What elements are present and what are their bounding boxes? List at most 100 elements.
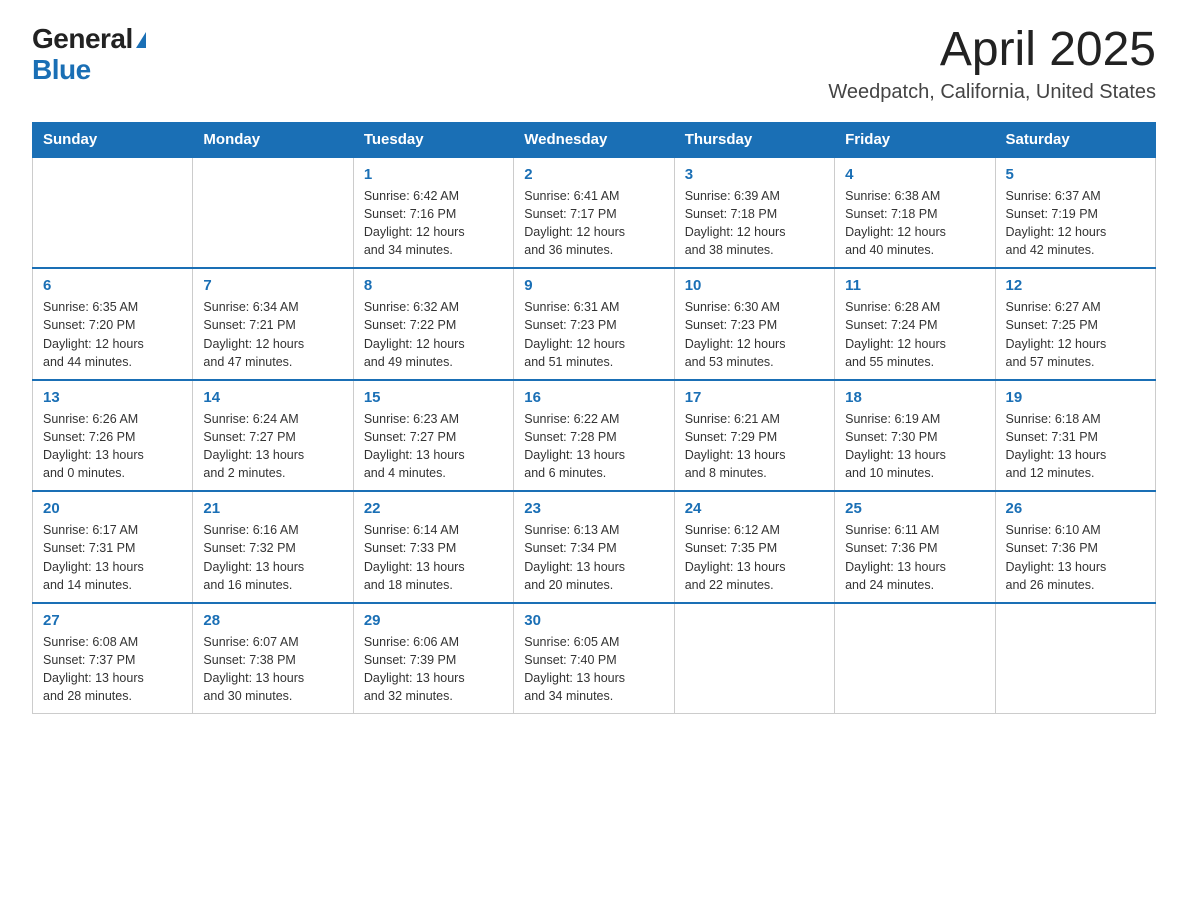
day-number: 18 xyxy=(845,389,984,406)
day-of-week-monday: Monday xyxy=(193,122,353,157)
week-row-3: 13 Sunrise: 6:26 AM Sunset: 7:26 PM Dayli… xyxy=(33,380,1156,492)
day-cell: 26 Sunrise: 6:10 AM Sunset: 7:36 PM Dayli… xyxy=(995,491,1155,603)
location-title: Weedpatch, California, United States xyxy=(828,81,1156,104)
day-info: Sunrise: 6:24 AM Sunset: 7:27 PM Dayligh… xyxy=(203,410,342,483)
day-number: 27 xyxy=(43,612,182,629)
day-cell: 27 Sunrise: 6:08 AM Sunset: 7:37 PM Dayli… xyxy=(33,603,193,714)
day-cell: 25Sunrise: 6:11 AM Sunset: 7:36 PM Dayli… xyxy=(835,491,995,603)
day-cell: 13 Sunrise: 6:26 AM Sunset: 7:26 PM Dayli… xyxy=(33,380,193,492)
logo-triangle-icon xyxy=(136,32,146,48)
day-info: Sunrise: 6:22 AM Sunset: 7:28 PM Dayligh… xyxy=(524,410,663,483)
page-header: General Blue April 2025 Weedpatch, Calif… xyxy=(32,24,1156,104)
day-number: 14 xyxy=(203,389,342,406)
day-cell: 5 Sunrise: 6:37 AM Sunset: 7:19 PM Daylig… xyxy=(995,157,1155,269)
day-cell: 8 Sunrise: 6:32 AM Sunset: 7:22 PM Daylig… xyxy=(353,268,513,380)
day-cell: 6 Sunrise: 6:35 AM Sunset: 7:20 PM Daylig… xyxy=(33,268,193,380)
day-cell: 3 Sunrise: 6:39 AM Sunset: 7:18 PM Daylig… xyxy=(674,157,834,269)
day-info: Sunrise: 6:17 AM Sunset: 7:31 PM Dayligh… xyxy=(43,521,182,594)
day-info: Sunrise: 6:26 AM Sunset: 7:26 PM Dayligh… xyxy=(43,410,182,483)
week-row-4: 20 Sunrise: 6:17 AM Sunset: 7:31 PM Dayli… xyxy=(33,491,1156,603)
day-cell: 22Sunrise: 6:14 AM Sunset: 7:33 PM Dayli… xyxy=(353,491,513,603)
day-number: 22 xyxy=(364,500,503,517)
day-info: Sunrise: 6:32 AM Sunset: 7:22 PM Dayligh… xyxy=(364,298,503,371)
day-cell: 24 Sunrise: 6:12 AM Sunset: 7:35 PM Dayli… xyxy=(674,491,834,603)
day-cell xyxy=(193,157,353,269)
day-cell: 16 Sunrise: 6:22 AM Sunset: 7:28 PM Dayli… xyxy=(514,380,674,492)
week-row-5: 27 Sunrise: 6:08 AM Sunset: 7:37 PM Dayli… xyxy=(33,603,1156,714)
day-info: Sunrise: 6:05 AM Sunset: 7:40 PM Dayligh… xyxy=(524,633,663,706)
day-cell: 21 Sunrise: 6:16 AM Sunset: 7:32 PM Dayli… xyxy=(193,491,353,603)
day-cell: 4Sunrise: 6:38 AM Sunset: 7:18 PM Daylig… xyxy=(835,157,995,269)
day-number: 29 xyxy=(364,612,503,629)
day-number: 12 xyxy=(1006,277,1145,294)
day-cell: 17Sunrise: 6:21 AM Sunset: 7:29 PM Dayli… xyxy=(674,380,834,492)
logo-general: General xyxy=(32,24,133,55)
day-number: 21 xyxy=(203,500,342,517)
day-cell: 9Sunrise: 6:31 AM Sunset: 7:23 PM Daylig… xyxy=(514,268,674,380)
day-cell: 28 Sunrise: 6:07 AM Sunset: 7:38 PM Dayli… xyxy=(193,603,353,714)
day-number: 3 xyxy=(685,166,824,183)
day-cell xyxy=(674,603,834,714)
day-info: Sunrise: 6:10 AM Sunset: 7:36 PM Dayligh… xyxy=(1006,521,1145,594)
day-info: Sunrise: 6:07 AM Sunset: 7:38 PM Dayligh… xyxy=(203,633,342,706)
day-number: 16 xyxy=(524,389,663,406)
day-number: 13 xyxy=(43,389,182,406)
day-number: 23 xyxy=(524,500,663,517)
day-cell: 30Sunrise: 6:05 AM Sunset: 7:40 PM Dayli… xyxy=(514,603,674,714)
day-number: 19 xyxy=(1006,389,1145,406)
day-info: Sunrise: 6:19 AM Sunset: 7:30 PM Dayligh… xyxy=(845,410,984,483)
day-cell: 11Sunrise: 6:28 AM Sunset: 7:24 PM Dayli… xyxy=(835,268,995,380)
day-cell: 2 Sunrise: 6:41 AM Sunset: 7:17 PM Daylig… xyxy=(514,157,674,269)
day-of-week-thursday: Thursday xyxy=(674,122,834,157)
day-of-week-wednesday: Wednesday xyxy=(514,122,674,157)
day-of-week-tuesday: Tuesday xyxy=(353,122,513,157)
day-cell: 15Sunrise: 6:23 AM Sunset: 7:27 PM Dayli… xyxy=(353,380,513,492)
day-number: 8 xyxy=(364,277,503,294)
day-info: Sunrise: 6:06 AM Sunset: 7:39 PM Dayligh… xyxy=(364,633,503,706)
day-info: Sunrise: 6:21 AM Sunset: 7:29 PM Dayligh… xyxy=(685,410,824,483)
day-number: 25 xyxy=(845,500,984,517)
day-number: 20 xyxy=(43,500,182,517)
day-cell: 19Sunrise: 6:18 AM Sunset: 7:31 PM Dayli… xyxy=(995,380,1155,492)
day-info: Sunrise: 6:12 AM Sunset: 7:35 PM Dayligh… xyxy=(685,521,824,594)
day-cell: 1 Sunrise: 6:42 AM Sunset: 7:16 PM Daylig… xyxy=(353,157,513,269)
day-cell xyxy=(995,603,1155,714)
day-info: Sunrise: 6:39 AM Sunset: 7:18 PM Dayligh… xyxy=(685,187,824,260)
day-info: Sunrise: 6:30 AM Sunset: 7:23 PM Dayligh… xyxy=(685,298,824,371)
day-info: Sunrise: 6:16 AM Sunset: 7:32 PM Dayligh… xyxy=(203,521,342,594)
day-cell xyxy=(835,603,995,714)
day-number: 7 xyxy=(203,277,342,294)
title-area: April 2025 Weedpatch, California, United… xyxy=(828,24,1156,104)
logo-blue: Blue xyxy=(32,55,146,86)
day-number: 9 xyxy=(524,277,663,294)
day-info: Sunrise: 6:28 AM Sunset: 7:24 PM Dayligh… xyxy=(845,298,984,371)
day-cell: 14 Sunrise: 6:24 AM Sunset: 7:27 PM Dayli… xyxy=(193,380,353,492)
day-info: Sunrise: 6:37 AM Sunset: 7:19 PM Dayligh… xyxy=(1006,187,1145,260)
day-number: 2 xyxy=(524,166,663,183)
day-info: Sunrise: 6:08 AM Sunset: 7:37 PM Dayligh… xyxy=(43,633,182,706)
day-number: 26 xyxy=(1006,500,1145,517)
day-number: 10 xyxy=(685,277,824,294)
day-cell: 7 Sunrise: 6:34 AM Sunset: 7:21 PM Daylig… xyxy=(193,268,353,380)
day-info: Sunrise: 6:42 AM Sunset: 7:16 PM Dayligh… xyxy=(364,187,503,260)
day-info: Sunrise: 6:27 AM Sunset: 7:25 PM Dayligh… xyxy=(1006,298,1145,371)
day-number: 24 xyxy=(685,500,824,517)
day-cell: 12 Sunrise: 6:27 AM Sunset: 7:25 PM Dayli… xyxy=(995,268,1155,380)
day-cell: 29 Sunrise: 6:06 AM Sunset: 7:39 PM Dayli… xyxy=(353,603,513,714)
logo: General Blue xyxy=(32,24,146,86)
day-info: Sunrise: 6:34 AM Sunset: 7:21 PM Dayligh… xyxy=(203,298,342,371)
day-info: Sunrise: 6:35 AM Sunset: 7:20 PM Dayligh… xyxy=(43,298,182,371)
day-number: 1 xyxy=(364,166,503,183)
day-number: 4 xyxy=(845,166,984,183)
day-number: 28 xyxy=(203,612,342,629)
day-cell xyxy=(33,157,193,269)
day-info: Sunrise: 6:23 AM Sunset: 7:27 PM Dayligh… xyxy=(364,410,503,483)
day-info: Sunrise: 6:41 AM Sunset: 7:17 PM Dayligh… xyxy=(524,187,663,260)
day-number: 6 xyxy=(43,277,182,294)
calendar-table: SundayMondayTuesdayWednesdayThursdayFrid… xyxy=(32,122,1156,715)
day-of-week-friday: Friday xyxy=(835,122,995,157)
day-cell: 10 Sunrise: 6:30 AM Sunset: 7:23 PM Dayli… xyxy=(674,268,834,380)
day-number: 5 xyxy=(1006,166,1145,183)
day-of-week-saturday: Saturday xyxy=(995,122,1155,157)
day-cell: 23Sunrise: 6:13 AM Sunset: 7:34 PM Dayli… xyxy=(514,491,674,603)
